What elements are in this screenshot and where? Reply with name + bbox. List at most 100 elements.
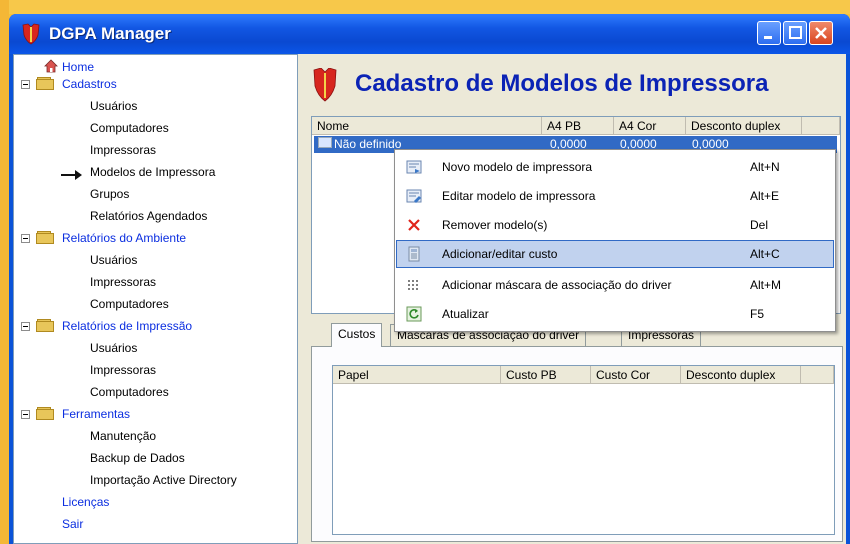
folder-icon — [36, 77, 54, 90]
tree-item-imp-usuarios[interactable]: Usuários — [90, 339, 137, 357]
tree-label: Sair — [62, 517, 84, 531]
cell-nome: Não definido — [334, 137, 402, 151]
column-header-a4pb[interactable]: A4 PB — [542, 117, 614, 135]
tree-label: Computadores — [90, 385, 169, 399]
column-header-papel[interactable]: Papel — [333, 366, 501, 384]
tree-label: Licenças — [62, 495, 110, 509]
tree-item-amb-computadores[interactable]: Computadores — [90, 295, 169, 313]
brand-shield-icon — [313, 68, 337, 102]
menu-item-atualizar[interactable]: Atualizar F5 — [396, 300, 834, 328]
maximize-button[interactable] — [783, 21, 807, 45]
page-title: Cadastro de Modelos de Impressora — [355, 70, 769, 97]
tree-label: Impressoras — [90, 363, 157, 377]
menu-item-shortcut: Alt+E — [750, 189, 780, 203]
close-button[interactable] — [809, 21, 833, 45]
menu-item-novo-modelo[interactable]: Novo modelo de impressora Alt+N — [396, 153, 834, 181]
folder-icon — [36, 407, 54, 420]
desktop-background-top — [0, 0, 850, 14]
menu-item-label: Adicionar/editar custo — [442, 247, 558, 261]
column-header-nome[interactable]: Nome — [312, 117, 542, 135]
maximize-icon — [789, 26, 802, 39]
desktop-background-left — [0, 0, 9, 544]
tree-item-sair[interactable]: Sair — [62, 515, 83, 533]
page-header: Cadastro de Modelos de Impressora — [303, 54, 846, 124]
menu-item-label: Editar modelo de impressora — [442, 189, 596, 203]
menu-item-shortcut: F5 — [750, 307, 765, 321]
collapse-icon[interactable] — [21, 234, 30, 243]
title-bar[interactable]: DGPA Manager — [9, 14, 850, 54]
tab-custos[interactable]: Custos — [331, 323, 383, 347]
tree-label: Backup de Dados — [90, 451, 185, 465]
tree-label: Usuários — [90, 99, 138, 113]
menu-item-shortcut: Alt+N — [750, 160, 780, 174]
edit-model-icon — [406, 189, 422, 203]
current-item-arrow-icon — [61, 170, 82, 180]
menu-item-editar-modelo[interactable]: Editar modelo de impressora Alt+E — [396, 182, 834, 210]
tree-item-licencas[interactable]: Licenças — [62, 493, 109, 511]
menu-item-label: Adicionar máscara de associação do drive… — [442, 278, 672, 292]
collapse-icon[interactable] — [21, 410, 30, 419]
delete-x-icon — [408, 219, 420, 231]
tree-label: Ferramentas — [62, 407, 131, 421]
menu-item-remover-modelo[interactable]: Remover modelo(s) Del — [396, 211, 834, 239]
home-icon — [44, 59, 58, 73]
column-header-filler — [802, 117, 840, 135]
tree-label: Cadastros — [62, 77, 117, 91]
tree-label: Impressoras — [90, 275, 157, 289]
column-header-custo-cor[interactable]: Custo Cor — [591, 366, 681, 384]
collapse-icon[interactable] — [21, 322, 30, 331]
menu-item-label: Novo modelo de impressora — [442, 160, 593, 174]
context-menu: Novo modelo de impressora Alt+N Editar m… — [394, 149, 836, 332]
detail-tabs: Custos Máscaras de associação do driver … — [311, 323, 843, 542]
tree-item-modelos-impressora[interactable]: Modelos de Impressora — [90, 163, 215, 181]
tree-item-importacao-ad[interactable]: Importação Active Directory — [90, 471, 237, 489]
minimize-button[interactable] — [757, 21, 781, 45]
cost-table[interactable]: Papel Custo PB Custo Cor Desconto duplex — [332, 365, 835, 535]
column-header-desconto-duplex[interactable]: Desconto duplex — [681, 366, 801, 384]
close-icon — [815, 27, 827, 39]
tree-item-amb-impressoras[interactable]: Impressoras — [90, 273, 156, 291]
cost-icon — [408, 246, 420, 262]
collapse-icon[interactable] — [21, 80, 30, 89]
folder-icon — [36, 231, 54, 244]
minimize-icon — [764, 36, 772, 39]
tree-label: Modelos de Impressora — [90, 165, 216, 179]
tree-label: Grupos — [90, 187, 130, 201]
tree-item-grupos[interactable]: Grupos — [90, 185, 129, 203]
tree-item-amb-usuarios[interactable]: Usuários — [90, 251, 137, 269]
tree-label: Relatórios do Ambiente — [62, 231, 187, 245]
tree-label: Impressoras — [90, 143, 157, 157]
menu-item-adicionar-mascara[interactable]: Adicionar máscara de associação do drive… — [396, 271, 834, 299]
tree-label: Usuários — [90, 253, 138, 267]
column-header-duplex[interactable]: Desconto duplex — [686, 117, 802, 135]
tree-item-impressoras[interactable]: Impressoras — [90, 141, 156, 159]
refresh-icon — [406, 306, 422, 322]
tree-label: Computadores — [90, 297, 169, 311]
tree-item-computadores[interactable]: Computadores — [90, 119, 169, 137]
tree-item-relatorios-agendados[interactable]: Relatórios Agendados — [90, 207, 207, 225]
tree-item-imp-impressoras[interactable]: Impressoras — [90, 361, 156, 379]
menu-item-shortcut: Alt+M — [750, 278, 782, 292]
navigation-tree[interactable]: Home Cadastros Usuários Computadores Imp… — [13, 54, 298, 544]
menu-item-label: Atualizar — [442, 307, 489, 321]
tree-label: Importação Active Directory — [90, 473, 237, 487]
window-title: DGPA Manager — [49, 24, 171, 43]
menu-item-shortcut: Alt+C — [750, 247, 780, 261]
menu-item-shortcut: Del — [750, 218, 769, 232]
column-header-a4cor[interactable]: A4 Cor — [614, 117, 686, 135]
tree-item-usuarios[interactable]: Usuários — [90, 97, 137, 115]
tree-item-imp-computadores[interactable]: Computadores — [90, 383, 169, 401]
tree-label: Relatórios de Impressão — [62, 319, 193, 333]
tree-item-manutencao[interactable]: Manutenção — [90, 427, 156, 445]
tree-label: Computadores — [90, 121, 169, 135]
tree-item-backup[interactable]: Backup de Dados — [90, 449, 185, 467]
column-header-custo-pb[interactable]: Custo PB — [501, 366, 591, 384]
tree-label: Relatórios Agendados — [90, 209, 208, 223]
mask-icon — [408, 280, 418, 290]
folder-icon — [36, 319, 54, 332]
tree-label: Manutenção — [90, 429, 157, 443]
menu-item-adicionar-custo[interactable]: Adicionar/editar custo Alt+C — [396, 240, 834, 268]
printer-model-icon — [318, 137, 332, 148]
tree-label: Home — [62, 60, 95, 74]
column-header-filler — [801, 366, 834, 384]
